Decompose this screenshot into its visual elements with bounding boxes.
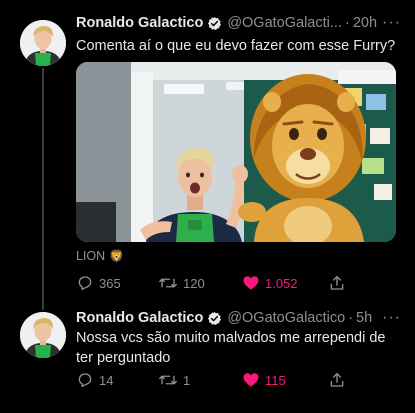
- reply-icon: [76, 274, 94, 292]
- reply-count: 365: [99, 275, 121, 291]
- verified-badge-icon: [207, 311, 222, 326]
- handle[interactable]: @OGatoGalactico: [227, 310, 345, 326]
- handle[interactable]: @OGatoGalacti...: [227, 15, 342, 31]
- more-dots-icon[interactable]: ···: [382, 309, 401, 327]
- reply-icon: [76, 371, 94, 389]
- tweet-text: Nossa vcs são muito malvados me arrepend…: [76, 330, 386, 366]
- timestamp[interactable]: 5h: [356, 310, 372, 326]
- retweet-icon: [158, 274, 178, 292]
- share-icon: [328, 274, 346, 292]
- reply-button[interactable]: 14: [76, 369, 113, 391]
- separator-dot: ·: [344, 15, 350, 31]
- tweet-actions: 365 120 1.052: [76, 272, 376, 294]
- timestamp[interactable]: 20h: [353, 15, 377, 31]
- heart-icon: [242, 274, 260, 292]
- media-caption-text: LION: [76, 249, 106, 263]
- tweet-thread: Ronaldo Galactico @OGatoGalacti... · 20h…: [0, 0, 415, 413]
- separator-dot: ·: [348, 310, 354, 326]
- retweet-count: 120: [183, 275, 205, 291]
- reply-button[interactable]: 365: [76, 272, 121, 294]
- like-count: 115: [265, 372, 286, 388]
- tweet-text: Comenta aí o que eu devo fazer com esse …: [76, 38, 396, 54]
- tweet-media-image[interactable]: [76, 62, 396, 242]
- share-icon: [328, 371, 346, 389]
- reply-count: 14: [99, 372, 114, 388]
- retweet-button[interactable]: 120: [158, 272, 205, 294]
- more-dots-icon[interactable]: ···: [382, 14, 401, 32]
- heart-icon: [242, 371, 260, 389]
- lion-emoji-icon: 🦁: [109, 249, 125, 263]
- like-button[interactable]: 1.052: [242, 272, 298, 294]
- tweet-header: Ronaldo Galactico @OGatoGalactico · 5h ·…: [76, 309, 401, 327]
- tweet-header: Ronaldo Galactico @OGatoGalacti... · 20h…: [76, 14, 401, 32]
- like-button[interactable]: 115: [242, 369, 286, 391]
- avatar[interactable]: [20, 312, 66, 358]
- tweet-1[interactable]: Ronaldo Galactico @OGatoGalacti... · 20h…: [0, 0, 415, 300]
- tweet-2[interactable]: Ronaldo Galactico @OGatoGalactico · 5h ·…: [0, 300, 415, 413]
- retweet-button[interactable]: 1: [158, 369, 190, 391]
- retweet-icon: [158, 371, 178, 389]
- display-name[interactable]: Ronaldo Galactico: [76, 310, 203, 326]
- avatar[interactable]: [20, 20, 66, 66]
- media-caption: LION 🦁: [76, 249, 124, 263]
- display-name[interactable]: Ronaldo Galactico: [76, 15, 203, 31]
- share-button[interactable]: [328, 272, 346, 294]
- like-count: 1.052: [265, 275, 298, 291]
- tweet-actions: 14 1 115: [76, 369, 376, 391]
- share-button[interactable]: [328, 369, 346, 391]
- retweet-count: 1: [183, 372, 191, 388]
- verified-badge-icon: [207, 16, 222, 31]
